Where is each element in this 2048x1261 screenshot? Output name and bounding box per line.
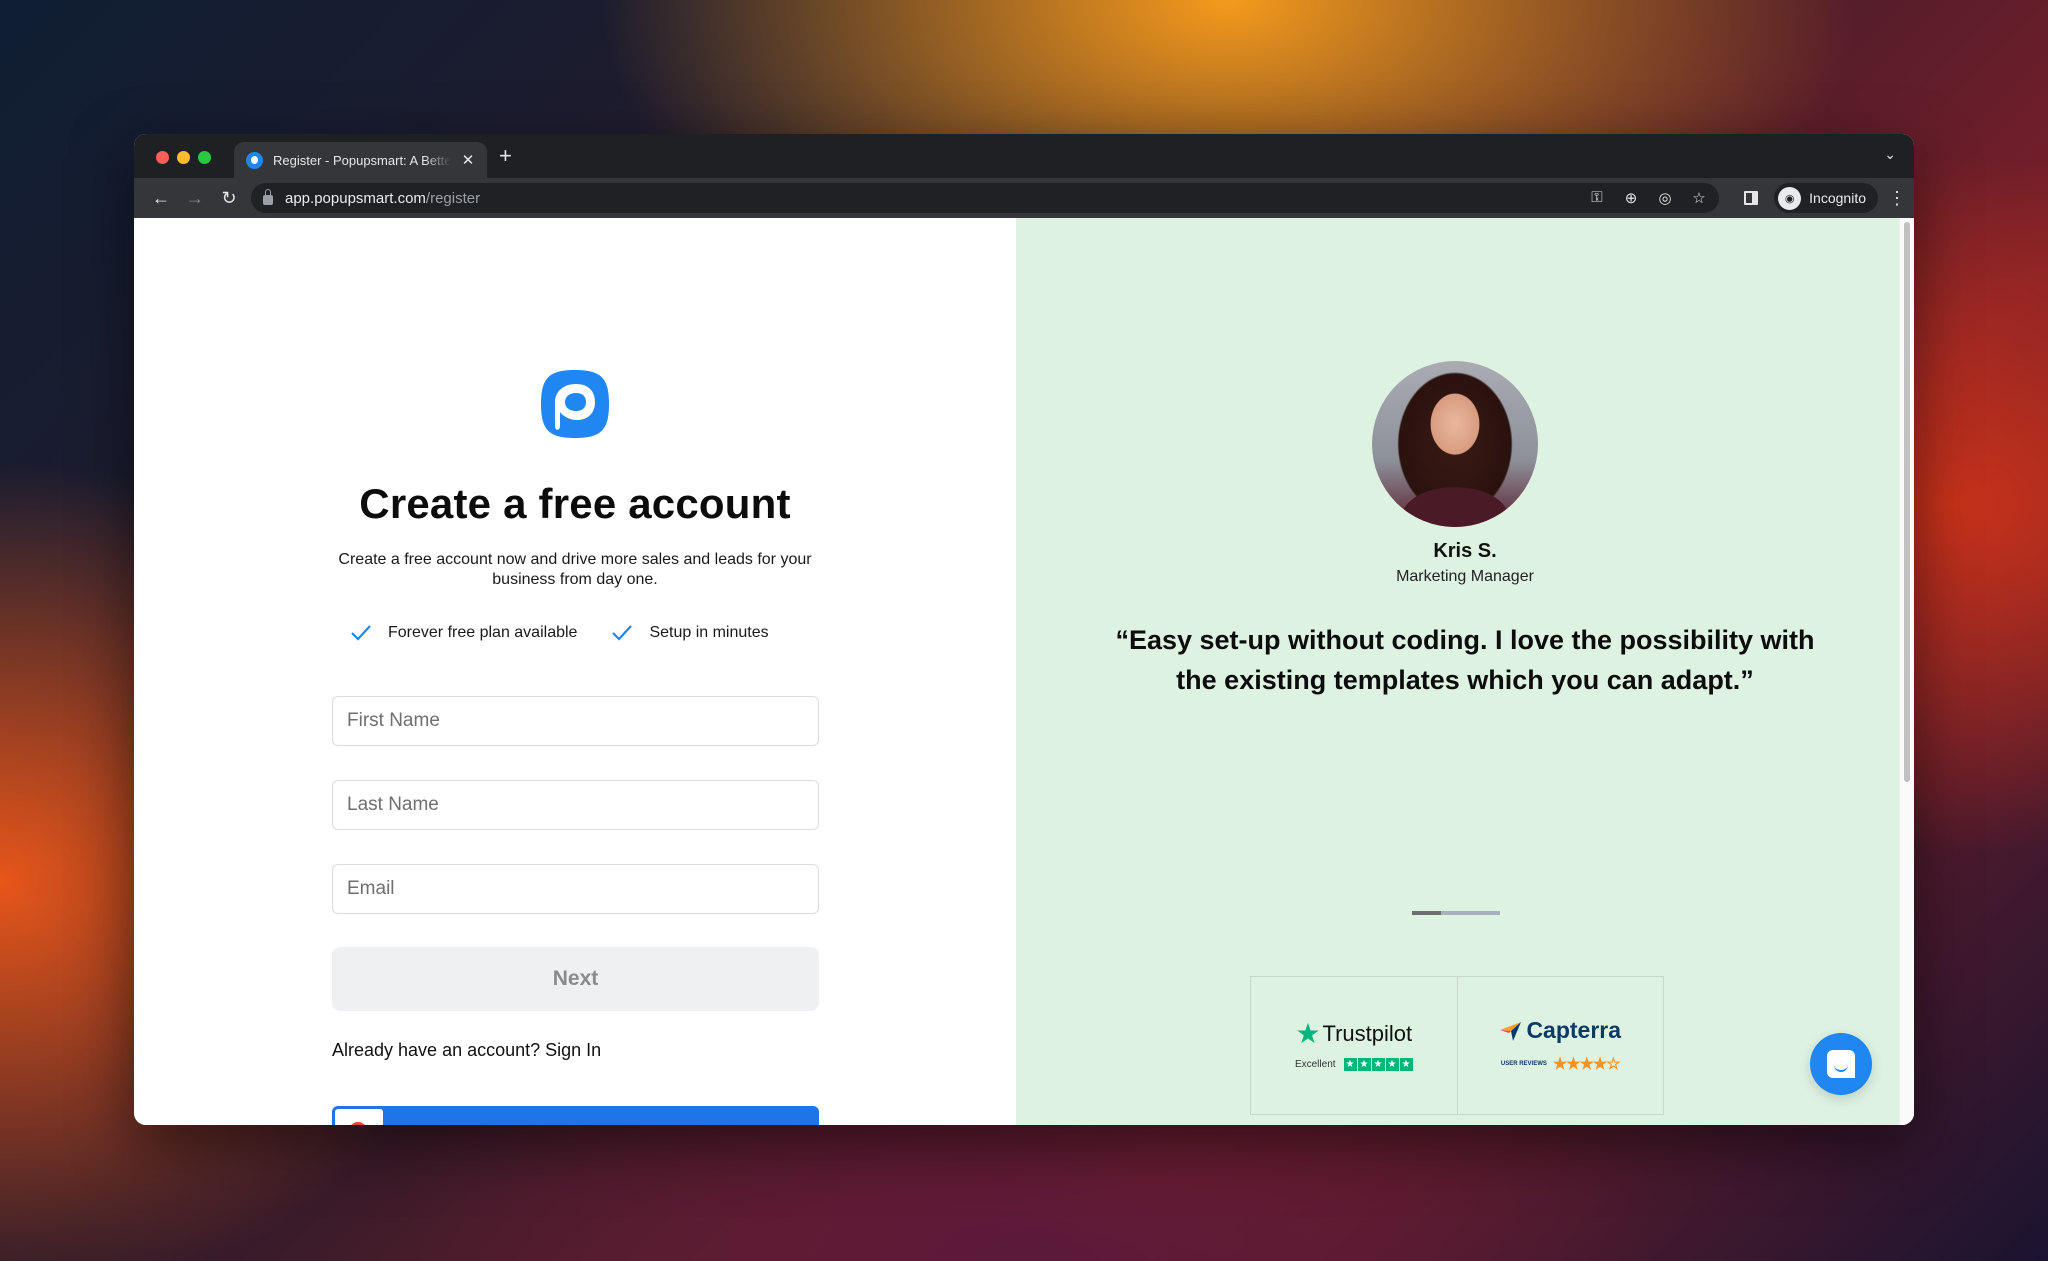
zoom-icon[interactable]: ⊕ (1623, 189, 1639, 207)
reload-button[interactable]: ↻ (212, 188, 246, 209)
bookmark-star-icon[interactable]: ☆ (1691, 189, 1707, 207)
testimonial-name: Kris S. (1433, 540, 1497, 562)
side-panel-icon[interactable] (1744, 191, 1759, 205)
feature-label: Setup in minutes (649, 624, 769, 641)
popupsmart-favicon-icon (246, 151, 263, 169)
trustpilot-star-icon: ★ (1295, 1018, 1321, 1049)
capterra-badge[interactable]: Capterra USER REVIEWS ★★★★☆ (1456, 977, 1664, 1114)
first-name-input[interactable] (332, 696, 819, 746)
trustpilot-rating-label: Excellent (1294, 1059, 1336, 1070)
feature-item: Setup in minutes (611, 624, 769, 642)
scrollbar-thumb[interactable] (1904, 222, 1910, 782)
trustpilot-name: Trustpilot (1322, 1021, 1413, 1046)
last-name-input[interactable] (332, 780, 819, 830)
carousel-progress-active (1412, 911, 1442, 915)
incognito-icon: ◉ (1778, 186, 1802, 210)
google-icon (335, 1109, 383, 1125)
testimonial-role: Marketing Manager (1396, 568, 1534, 585)
maximize-window-button[interactable] (198, 151, 211, 164)
forward-button[interactable]: → (178, 188, 212, 209)
sign-in-link-text[interactable]: Already have an account? Sign In (332, 1040, 601, 1060)
checkmark-icon (351, 625, 371, 641)
review-badges: ★ Trustpilot Excellent ★ ★ ★ ★ ★ Capterra U (1250, 976, 1664, 1115)
minimize-window-button[interactable] (177, 151, 190, 164)
close-tab-icon[interactable]: ✕ (461, 151, 475, 169)
profile-label: Incognito (1809, 190, 1866, 206)
feature-item: Forever free plan available (350, 624, 577, 642)
browser-menu-icon[interactable]: ⋮ (1888, 188, 1906, 209)
page-content: Create a free account Create a free acco… (134, 218, 1914, 1125)
capterra-stars: ★★★★☆ (1552, 1056, 1621, 1073)
profile-button[interactable]: ◉ Incognito (1774, 183, 1878, 213)
checkmark-icon (612, 625, 633, 641)
trustpilot-stars: ★ ★ ★ ★ ★ (1343, 1058, 1413, 1071)
lock-icon[interactable] (263, 189, 273, 205)
signup-panel: Create a free account Create a free acco… (134, 218, 1016, 1125)
chat-launcher-button[interactable] (1810, 1033, 1872, 1095)
next-button[interactable]: Next (332, 947, 819, 1011)
testimonial-avatar (1372, 361, 1538, 527)
key-icon[interactable]: ⚿ (1589, 189, 1605, 207)
popupsmart-logo-icon (541, 370, 609, 438)
feature-label: Forever free plan available (388, 624, 578, 641)
window-controls (156, 151, 211, 164)
tab-strip: Register - Popupsmart: A Better Way to B… (134, 134, 1914, 178)
tracking-protection-icon[interactable]: ◎ (1657, 189, 1673, 207)
sign-in-link[interactable]: Already have an account? Sign In (332, 1040, 601, 1061)
carousel-progress[interactable] (1412, 911, 1500, 915)
browser-tab[interactable]: Register - Popupsmart: A Better Way to B… (234, 142, 487, 178)
new-tab-button[interactable]: + (499, 143, 512, 169)
page-title: Create a free account (359, 480, 791, 527)
close-window-button[interactable] (156, 151, 169, 164)
capterra-name: Capterra (1526, 1017, 1622, 1043)
tab-title: Register - Popupsmart: A Better Way to B… (273, 152, 451, 168)
testimonial-quote: “Easy set-up without coding. I love the … (1115, 625, 1815, 695)
email-input[interactable] (332, 864, 819, 914)
testimonial-panel: Kris S. Marketing Manager “Easy set-up w… (1016, 218, 1914, 1125)
address-bar[interactable]: app.popupsmart.com/register ⚿ ⊕ ◎ ☆ (251, 183, 1719, 213)
page-subtitle: Create a free account now and drive more… (338, 551, 812, 588)
browser-window: Register - Popupsmart: A Better Way to B… (134, 134, 1914, 1125)
capterra-rating-label: USER REVIEWS (1500, 1061, 1547, 1067)
capterra-logo-icon (1500, 1021, 1522, 1041)
feature-list: Forever free plan available Setup in min… (350, 624, 769, 642)
tab-search-chevron-icon[interactable]: ⌄ (1884, 146, 1896, 163)
url-path: /register (425, 189, 481, 207)
chat-icon (1827, 1050, 1855, 1078)
trustpilot-badge[interactable]: ★ Trustpilot Excellent ★ ★ ★ ★ ★ (1251, 977, 1457, 1114)
url-host: app.popupsmart.com (285, 189, 426, 207)
page-scrollbar[interactable] (1899, 218, 1914, 1125)
browser-toolbar: ← → ↻ app.popupsmart.com/register ⚿ ⊕ ◎ … (134, 178, 1914, 218)
google-signup-button[interactable] (332, 1106, 819, 1125)
back-button[interactable]: ← (144, 188, 178, 209)
